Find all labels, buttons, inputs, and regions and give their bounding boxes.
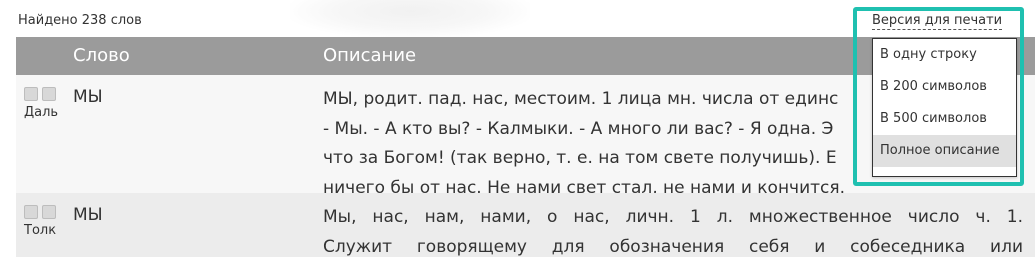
background-watermark (290, 0, 530, 38)
menu-item-full-description[interactable]: Полное описание (873, 135, 1016, 167)
menu-item-200-chars[interactable]: В 200 символов (873, 71, 1016, 103)
description-line: Служит говорящему для обозначения себя и… (323, 236, 1023, 257)
checkbox[interactable] (24, 87, 38, 101)
word-cell[interactable]: МЫ (73, 87, 103, 107)
description-line: Мы, нас, нам, нами, о нас, личн. 1 л. мн… (323, 207, 1023, 227)
column-header-description: Описание (323, 45, 417, 66)
menu-item-one-line[interactable]: В одну строку (873, 39, 1016, 71)
checkbox[interactable] (42, 205, 56, 219)
word-cell[interactable]: МЫ (73, 205, 103, 225)
dictionary-source[interactable]: Даль (24, 105, 58, 120)
print-version-menu: В одну строку В 200 символов В 500 симво… (872, 38, 1017, 177)
column-header-word: Слово (73, 45, 130, 66)
menu-item-500-chars[interactable]: В 500 символов (873, 103, 1016, 135)
checkbox[interactable] (42, 87, 56, 101)
dictionary-source[interactable]: Толк (24, 223, 56, 238)
checkbox[interactable] (24, 205, 38, 219)
results-count: Найдено 238 слов (18, 13, 142, 28)
table-row: Толк МЫ Мы, нас, нам, нами, о нас, личн.… (16, 193, 1035, 257)
description-cell: Мы, нас, нам, нами, о нас, личн. 1 л. мн… (323, 203, 1023, 257)
